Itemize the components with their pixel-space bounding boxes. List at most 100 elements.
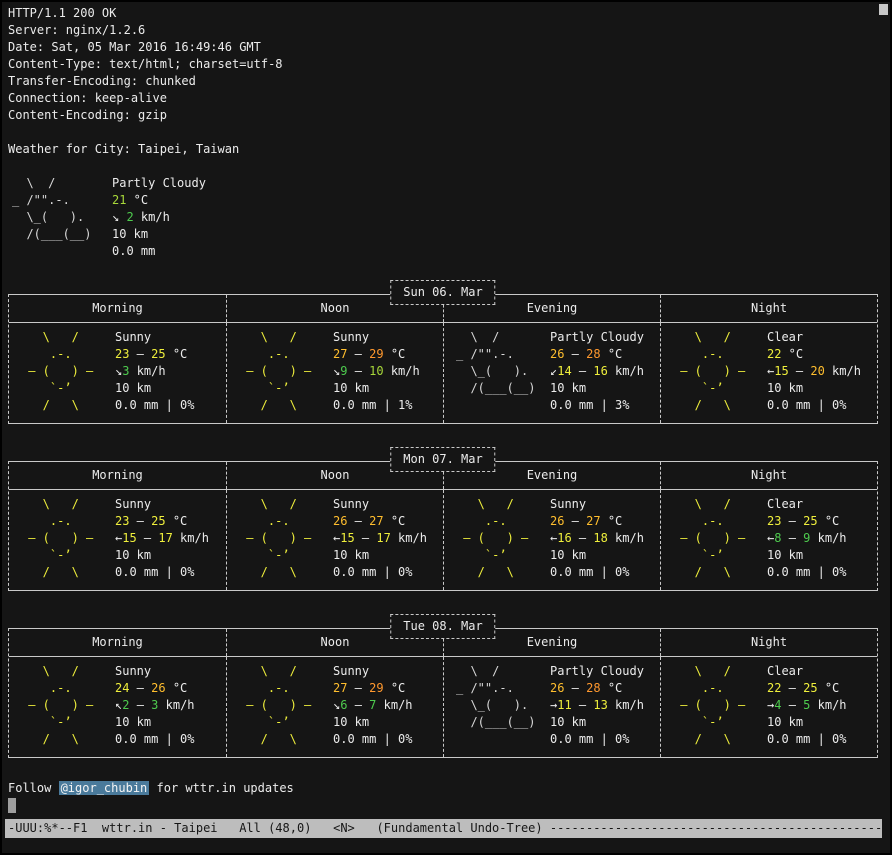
- visibility-text: 10 km: [767, 380, 875, 397]
- temp-sep: –: [129, 514, 151, 528]
- forecast-cell-evening: \ / _ /"".-. \_( ). /(___(__) Partly Clo…: [443, 323, 660, 423]
- precipitation-text: 0.0 mm | 0%: [115, 397, 224, 414]
- forecast-cell-morning: \ / .-. – ( ) – `-’ / \ Sunny 24 – 26 °C…: [9, 657, 226, 757]
- forecast-info: Sunny 23 – 25 °C ↘3 km/h 10 km 0.0 mm | …: [115, 329, 224, 414]
- wind-low: 15: [122, 531, 136, 545]
- temp-unit: °C: [818, 514, 840, 528]
- http-header-line: Date: Sat, 05 Mar 2016 16:49:46 GMT: [8, 39, 878, 56]
- wind-low: 11: [557, 698, 571, 712]
- temp-unit: °C: [384, 347, 406, 361]
- blank-line: [8, 158, 878, 175]
- wind-high: 16: [593, 364, 607, 378]
- temp-unit: °C: [781, 347, 803, 361]
- current-conditions-info: Partly Cloudy 21 °C ↘ 2 km/h 10 km 0.0 m…: [112, 175, 878, 260]
- wind-text: ←15 – 17 km/h: [115, 530, 224, 547]
- condition-text: Sunny: [115, 496, 224, 513]
- temp-sep: –: [347, 681, 369, 695]
- temp-low: 23: [115, 514, 129, 528]
- precipitation-text: 0.0 mm | 1%: [333, 397, 441, 414]
- wind-sep: –: [129, 698, 151, 712]
- precipitation-text: 0.0 mm | 0%: [115, 564, 224, 581]
- temp-low: 22: [767, 681, 781, 695]
- temperature-text: 23 – 25 °C: [115, 346, 224, 363]
- precipitation-text: 0.0 mm | 0%: [115, 731, 224, 748]
- temp-high: 27: [586, 514, 600, 528]
- wind-sep: –: [355, 531, 377, 545]
- precipitation-text: 0.0 mm | 0%: [767, 731, 875, 748]
- forecast-cell-morning: \ / .-. – ( ) – `-’ / \ Sunny 23 – 25 °C…: [9, 323, 226, 423]
- temp-high: 26: [151, 681, 165, 695]
- condition-text: Sunny: [550, 496, 658, 513]
- art-wrap: \ / .-. – ( ) – `-’ / \: [233, 496, 333, 581]
- forecast-info: Partly Cloudy 26 – 28 °C →11 – 13 km/h 1…: [550, 663, 658, 748]
- emacs-modeline[interactable]: -UUU:%*--F1 wttr.in - Taipei All (48,0) …: [5, 819, 882, 838]
- wind-unit: km/h: [384, 364, 420, 378]
- precipitation-text: 0.0 mm | 0%: [333, 564, 441, 581]
- forecast-info: Sunny 27 – 29 °C ↘6 – 7 km/h 10 km 0.0 m…: [333, 663, 441, 748]
- visibility-text: 10 km: [333, 380, 441, 397]
- temp-sep: –: [129, 347, 151, 361]
- temp-low: 24: [115, 681, 129, 695]
- condition-text: Sunny: [115, 663, 224, 680]
- buffer-text-area[interactable]: HTTP/1.1 200 OK Server: nginx/1.2.6 Date…: [8, 5, 878, 819]
- temp-sep: –: [781, 514, 803, 528]
- wind-unit: km/h: [810, 531, 846, 545]
- forecast-cell-night: \ / .-. – ( ) – `-’ / \ Clear 22 °C ←15 …: [660, 323, 877, 423]
- cursor-line: [8, 797, 878, 814]
- temperature-text: 24 – 26 °C: [115, 680, 224, 697]
- modeline-dashes: ----------------------------------------…: [550, 821, 882, 835]
- location-line: Weather for City: Taipei, Taiwan: [8, 141, 878, 158]
- date-label: Tue 08. Mar: [403, 619, 482, 633]
- sun-art-icon: \ / .-. – ( ) – `-’ / \: [673, 496, 767, 581]
- condition-text: Sunny: [333, 663, 441, 680]
- wind-text: ←15 – 17 km/h: [333, 530, 441, 547]
- date-box: Tue 08. Mar: [390, 614, 495, 639]
- temp-low: 27: [333, 347, 347, 361]
- twitter-handle-link[interactable]: @igor_chubin: [59, 781, 150, 795]
- temp-sep: –: [564, 347, 586, 361]
- condition-text: Sunny: [115, 329, 224, 346]
- temperature-text: 26 – 28 °C: [550, 680, 658, 697]
- condition-text: Partly Cloudy: [550, 329, 658, 346]
- forecast-cell-night: \ / .-. – ( ) – `-’ / \ Clear 23 – 25 °C…: [660, 490, 877, 590]
- temp-unit: °C: [601, 514, 623, 528]
- visibility-text: 10 km: [115, 714, 224, 731]
- forecast-table: Morning Noon Evening Night \ / .-. – ( )…: [8, 294, 878, 424]
- precipitation-text: 0.0 mm | 3%: [550, 397, 658, 414]
- temperature-text: 22 °C: [767, 346, 875, 363]
- temp-unit: °C: [384, 514, 406, 528]
- wind-unit: km/h: [376, 698, 412, 712]
- art-wrap: \ / .-. – ( ) – `-’ / \: [667, 329, 767, 414]
- current-conditions: \ / _ /"".-. \_( ). /(___(__) Partly Clo…: [8, 175, 878, 260]
- temp-high: 25: [151, 347, 165, 361]
- temp-high: 28: [586, 347, 600, 361]
- art-wrap: \ / _ /"".-. \_( ). /(___(__): [450, 663, 550, 731]
- wind-unit: km/h: [608, 531, 644, 545]
- http-header-line: Connection: keep-alive: [8, 90, 878, 107]
- sun-art-icon: \ / .-. – ( ) – `-’ / \: [21, 496, 115, 581]
- temp-unit: °C: [601, 347, 623, 361]
- http-header-line: Content-Type: text/html; charset=utf-8: [8, 56, 878, 73]
- condition-text: Clear: [767, 329, 875, 346]
- partly-cloudy-art-icon: \ / _ /"".-. \_( ). /(___(__): [456, 329, 550, 397]
- forecast-cell-night: \ / .-. – ( ) – `-’ / \ Clear 22 – 25 °C…: [660, 657, 877, 757]
- partly-cloudy-art-icon: \ / _ /"".-. \_( ). /(___(__): [8, 175, 112, 243]
- blank-line: [8, 124, 878, 141]
- forecast-cell-noon: \ / .-. – ( ) – `-’ / \ Sunny 27 – 29 °C…: [226, 657, 443, 757]
- precipitation-text: 0.0 mm | 0%: [550, 731, 658, 748]
- condition-text: Sunny: [333, 329, 441, 346]
- wind-high: 20: [810, 364, 824, 378]
- wind-unit: km/h: [608, 364, 644, 378]
- wind-sep: –: [347, 698, 369, 712]
- forecast-info: Sunny 26 – 27 °C ←15 – 17 km/h 10 km 0.0…: [333, 496, 441, 581]
- wind-high: 10: [369, 364, 383, 378]
- forecast-cell-evening: \ / .-. – ( ) – `-’ / \ Sunny 26 – 27 °C…: [443, 490, 660, 590]
- column-header-morning: Morning: [9, 295, 226, 322]
- scrollbar-thumb[interactable]: [879, 4, 888, 15]
- wind-unit: km/h: [810, 698, 846, 712]
- date-box: Sun 06. Mar: [390, 280, 495, 305]
- forecast-info: Partly Cloudy 26 – 28 °C ↙14 – 16 km/h 1…: [550, 329, 658, 414]
- precipitation-text: 0.0 mm | 0%: [333, 731, 441, 748]
- art-wrap: \ / .-. – ( ) – `-’ / \: [667, 496, 767, 581]
- temp-sep: –: [129, 681, 151, 695]
